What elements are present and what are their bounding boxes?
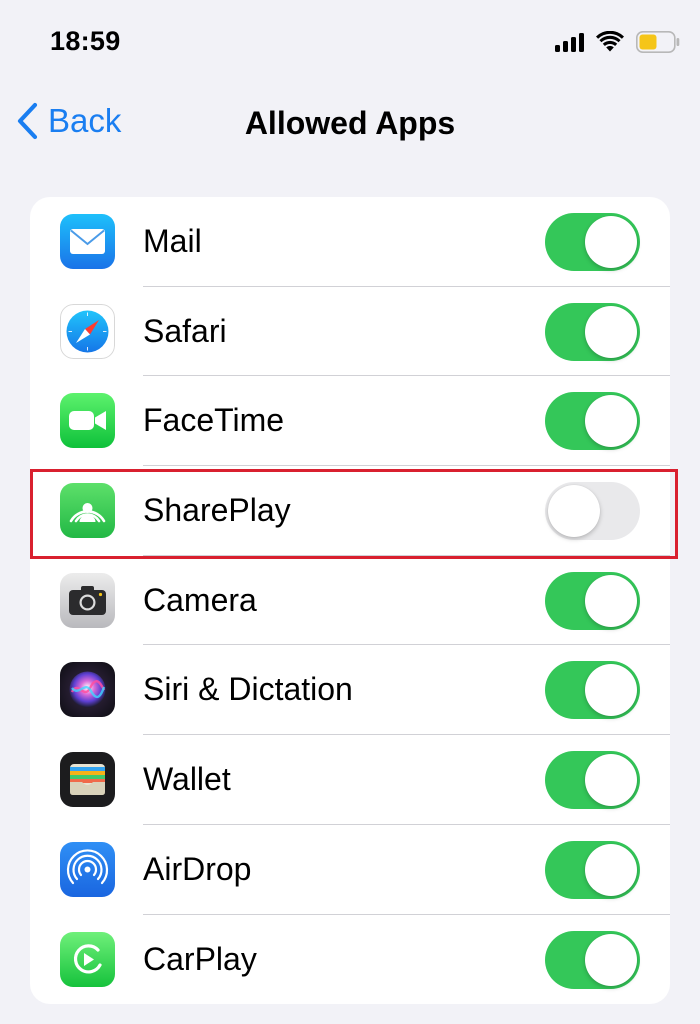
siri-dictation-toggle[interactable] [545, 661, 640, 720]
list-item-wallet: Wallet [30, 735, 670, 825]
safari-toggle[interactable] [545, 302, 640, 361]
wallet-icon [60, 752, 115, 808]
app-label: Mail [143, 223, 202, 259]
shareplay-icon [60, 483, 115, 539]
list-item-mail: Mail [30, 197, 670, 287]
wifi-icon [596, 31, 624, 52]
mail-icon [60, 214, 115, 269]
camera-toggle[interactable] [545, 571, 640, 630]
list-item-facetime: FaceTime [30, 376, 670, 467]
camera-icon [60, 572, 115, 628]
airdrop-toggle[interactable] [545, 840, 640, 899]
airdrop-icon [60, 841, 115, 897]
mail-toggle[interactable] [545, 213, 640, 271]
app-label: Siri & Dictation [143, 671, 353, 708]
list-item-carplay: CarPlay [30, 915, 670, 1005]
carplay-icon [60, 931, 115, 987]
facetime-toggle[interactable] [545, 392, 640, 451]
siri-icon [60, 662, 115, 718]
allowed-apps-list: Mail Safari FaceTime SharePlay Camera Si… [30, 197, 670, 1005]
status-time: 18:59 [50, 26, 121, 56]
list-item-airdrop: AirDrop [30, 825, 670, 915]
list-item-safari: Safari [30, 287, 670, 377]
app-label: Camera [143, 581, 257, 618]
status-icons [555, 30, 680, 54]
list-item-shareplay: SharePlay [30, 466, 670, 556]
app-label: SharePlay [143, 492, 291, 529]
cellular-signal-icon [555, 32, 584, 52]
navigation-bar: Back Allowed Apps [0, 80, 700, 170]
list-item-siri-dictation: Siri & Dictation [30, 645, 670, 736]
safari-icon [60, 303, 115, 359]
app-label: AirDrop [143, 850, 252, 887]
wallet-toggle[interactable] [545, 751, 640, 810]
carplay-toggle[interactable] [545, 930, 640, 989]
shareplay-toggle[interactable] [545, 482, 640, 541]
app-label: CarPlay [143, 940, 257, 977]
facetime-icon [60, 393, 115, 449]
status-bar: 18:59 [0, 0, 700, 80]
page-title: Allowed Apps [244, 105, 456, 141]
app-label: Wallet [143, 761, 231, 798]
app-label: FaceTime [143, 402, 285, 439]
app-label: Safari [143, 312, 227, 349]
battery-icon [636, 31, 680, 53]
list-item-camera: Camera [30, 556, 670, 646]
